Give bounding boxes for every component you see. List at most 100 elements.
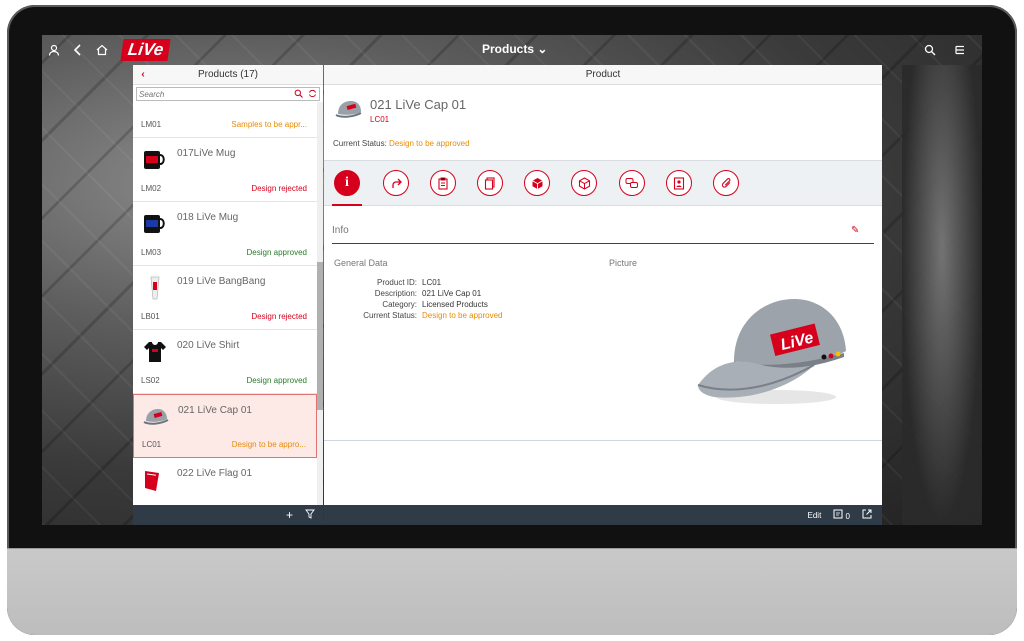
item-title: 020 LiVe Shirt — [177, 340, 240, 351]
monitor-chin — [7, 548, 1017, 635]
icon-tab-bar: i — [324, 160, 882, 206]
paperclip-icon — [721, 177, 730, 188]
scrollbar-thumb[interactable] — [317, 262, 323, 410]
item-title: 017LiVe Mug — [177, 148, 236, 159]
list-item[interactable]: 020 LiVe Shirt LS02 Design approved — [133, 330, 317, 394]
field-value: Licensed Products — [422, 300, 488, 309]
tab-components[interactable] — [524, 170, 550, 196]
item-status: Design rejected — [251, 312, 307, 321]
tab-clipboard[interactable] — [430, 170, 456, 196]
search-field[interactable] — [136, 87, 320, 101]
package-icon — [578, 176, 590, 190]
master-footer: + — [133, 505, 323, 525]
item-id: LM02 — [141, 184, 162, 193]
shell-title[interactable]: Products ⌄ — [482, 42, 547, 56]
list-item[interactable]: 017LiVe Mug LM02 Design rejected — [133, 138, 317, 202]
field-label: Current Status: — [363, 311, 417, 320]
section-title: Info — [332, 225, 349, 236]
refresh-icon[interactable] — [305, 89, 319, 100]
tab-forward[interactable] — [383, 170, 409, 196]
section-divider — [332, 243, 874, 244]
list-item[interactable]: LM01 Samples to be appr... — [133, 102, 317, 138]
tab-discussion[interactable] — [619, 170, 645, 196]
field-value: Design to be approved — [422, 311, 503, 320]
notes-count: 0 — [845, 512, 850, 521]
field-label: Description: — [374, 289, 417, 298]
documents-icon — [484, 176, 495, 190]
app-screen: LiVe Products ⌄ ‹ Products (17) Search L… — [42, 35, 982, 525]
item-status: Samples to be appr... — [231, 120, 307, 129]
item-title: 021 LiVe Cap 01 — [178, 405, 252, 416]
object-number: LC01 — [370, 115, 390, 124]
object-title: 021 LiVe Cap 01 — [370, 97, 467, 112]
list-scrollbar[interactable] — [317, 102, 323, 507]
user-icon[interactable] — [42, 38, 66, 62]
mug-thumbnail — [141, 148, 169, 172]
tab-selection-indicator — [332, 204, 362, 206]
forward-arrow-icon — [391, 178, 402, 188]
share-icon[interactable] — [862, 509, 872, 521]
back-icon[interactable] — [66, 38, 90, 62]
field-label: Product ID: — [376, 278, 417, 287]
item-id: LC01 — [142, 440, 162, 449]
tab-contacts[interactable] — [666, 170, 692, 196]
item-status: Design to be appro... — [231, 440, 306, 449]
search-icon[interactable] — [291, 89, 305, 100]
tab-info[interactable]: i — [334, 170, 360, 196]
list-item[interactable]: 019 LiVe BangBang LB01 Design rejected — [133, 266, 317, 330]
notes-icon — [833, 509, 843, 519]
shirt-thumbnail — [141, 340, 169, 364]
live-logo: LiVe — [120, 39, 171, 61]
product-detail: Product 021 LiVe Cap 01 LC01 Current Sta… — [324, 65, 882, 525]
item-id: LM03 — [141, 248, 162, 257]
notes-button[interactable]: 0 — [833, 509, 850, 521]
field-value: 021 LiVe Cap 01 — [422, 289, 482, 298]
add-icon[interactable]: + — [286, 508, 293, 522]
status-row: Current Status: Design to be approved — [332, 310, 503, 321]
item-id: LS02 — [141, 376, 160, 385]
item-status: Design rejected — [251, 184, 307, 193]
tab-documents[interactable] — [477, 170, 503, 196]
object-header: 021 LiVe Cap 01 LC01 Current Status: Des… — [324, 85, 882, 160]
search-icon[interactable] — [918, 38, 942, 62]
list-item[interactable]: 022 LiVe Flag 01 — [133, 458, 317, 507]
item-title: 022 LiVe Flag 01 — [177, 468, 253, 479]
mug-thumbnail — [141, 212, 169, 236]
field-label: Category: — [382, 300, 417, 309]
flag-thumbnail — [141, 468, 169, 492]
field-value: LC01 — [422, 278, 442, 287]
product-id-row: Product ID: LC01 — [332, 277, 503, 288]
item-id: LB01 — [141, 312, 160, 321]
item-status: Design approved — [246, 376, 307, 385]
search-input[interactable] — [137, 89, 291, 99]
status-value: Design to be approved — [389, 139, 470, 148]
cap-thumbnail — [334, 99, 364, 126]
chevron-left-icon[interactable]: ‹ — [133, 69, 153, 80]
product-list: LM01 Samples to be appr... 017LiVe Mug L… — [133, 102, 317, 507]
list-item-selected[interactable]: 021 LiVe Cap 01 LC01 Design to be appro.… — [133, 394, 317, 458]
general-data-title: General Data — [334, 258, 388, 268]
chat-bubbles-icon — [625, 177, 638, 188]
edit-button[interactable]: Edit — [808, 511, 822, 520]
status-label: Current Status: — [333, 139, 387, 148]
shell-actions — [918, 38, 972, 62]
item-id: LM01 — [141, 120, 162, 129]
tab-attachments[interactable] — [713, 170, 739, 196]
shell-title-text: Products — [482, 42, 535, 56]
info-section: Info ✎ General Data Picture Product ID: … — [324, 207, 882, 441]
cap-thumbnail — [142, 405, 170, 429]
detail-header: Product — [324, 65, 882, 85]
menu-icon[interactable] — [948, 38, 972, 62]
list-item[interactable]: 018 LiVe Mug LM03 Design approved — [133, 202, 317, 266]
general-data-form: Product ID: LC01 Description: 021 LiVe C… — [332, 277, 503, 321]
master-header: ‹ Products (17) — [133, 65, 323, 85]
home-icon[interactable] — [90, 38, 114, 62]
tab-package[interactable] — [571, 170, 597, 196]
pencil-icon[interactable]: ✎ — [851, 225, 859, 236]
clipboard-icon — [438, 177, 448, 190]
cube-cluster-icon — [531, 177, 543, 189]
contact-card-icon — [673, 176, 685, 190]
chevron-down-icon: ⌄ — [537, 42, 548, 56]
filter-icon[interactable] — [305, 508, 315, 522]
picture-title: Picture — [609, 258, 638, 268]
